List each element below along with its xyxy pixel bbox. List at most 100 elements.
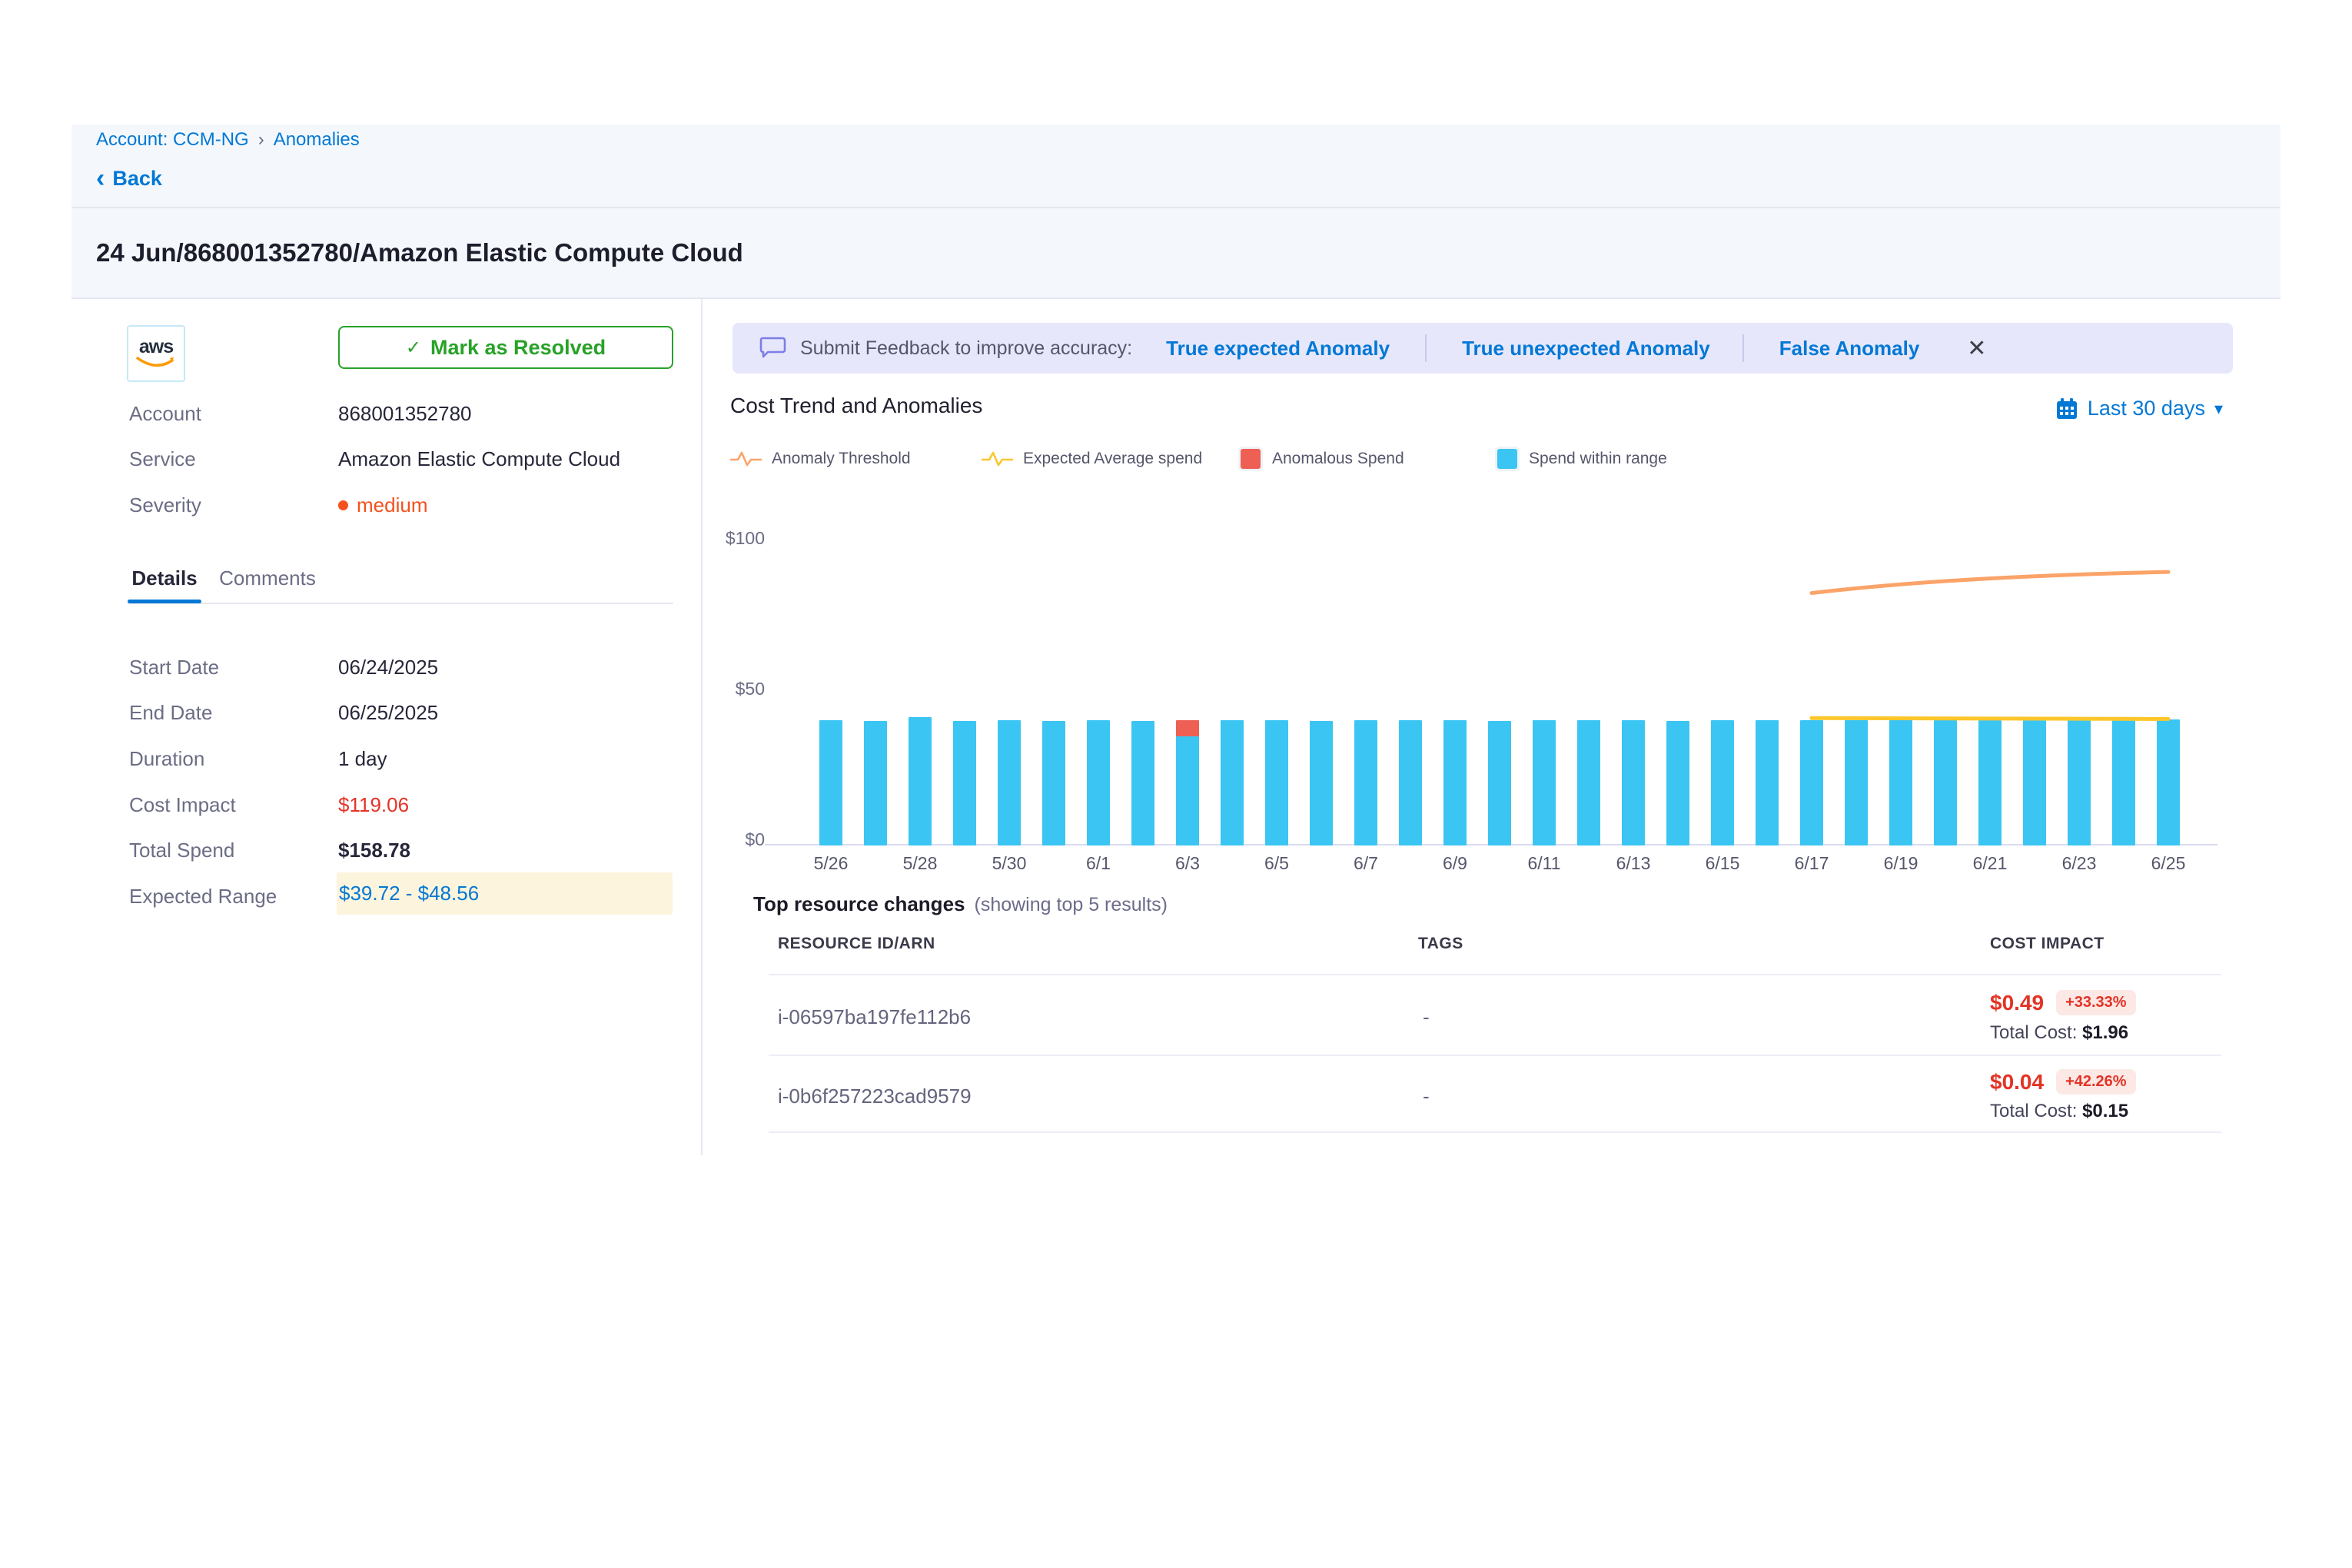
aws-logo-text: aws	[139, 337, 173, 356]
table-row-tags: -	[1423, 1085, 1430, 1108]
y-tick-100: $100	[711, 528, 765, 549]
table-row-resource-id[interactable]: i-06597ba197fe112b6	[778, 1005, 971, 1029]
end-date-label: End Date	[129, 700, 212, 725]
bar-6/9[interactable]	[1443, 720, 1467, 845]
bar-6/11[interactable]	[1533, 720, 1556, 845]
bar-6/20[interactable]	[1934, 720, 1957, 845]
x-tick-6/1: 6/1	[1064, 853, 1133, 874]
bar-6/21[interactable]	[1978, 720, 2002, 845]
table-divider	[769, 1055, 2221, 1056]
breadcrumb-account-link[interactable]: Account: CCM-NG	[96, 129, 249, 151]
anomalous-segment	[1176, 720, 1199, 736]
breadcrumb: Account: CCM-NG › Anomalies	[96, 129, 360, 151]
x-tick-6/15: 6/15	[1688, 853, 1757, 874]
within-range-segment	[819, 720, 842, 845]
bar-6/10[interactable]	[1488, 721, 1511, 845]
column-resource-id: RESOURCE ID/ARN	[778, 935, 935, 953]
bar-6/4[interactable]	[1221, 720, 1244, 845]
page-title: 24 Jun/868001352780/Amazon Elastic Compu…	[96, 238, 743, 267]
bar-6/1[interactable]	[1087, 720, 1110, 845]
feedback-divider	[1742, 334, 1744, 362]
within-range-segment	[2112, 720, 2135, 845]
cost-impact-amount: $0.49	[1990, 991, 2044, 1015]
expected-range-highlight: $39.72 - $48.56	[337, 872, 673, 915]
back-label: Back	[112, 167, 162, 191]
check-icon: ✓	[406, 337, 421, 359]
bar-5/31[interactable]	[1042, 721, 1065, 845]
false-anomaly-button[interactable]: False Anomaly	[1779, 337, 1920, 360]
bar-5/28[interactable]	[909, 717, 932, 845]
within-range-segment	[909, 717, 932, 845]
bar-6/7[interactable]	[1354, 720, 1377, 845]
bar-6/22[interactable]	[2023, 720, 2046, 845]
aws-logo: aws	[127, 325, 185, 382]
bar-6/14[interactable]	[1666, 721, 1689, 845]
bar-6/13[interactable]	[1622, 720, 1645, 845]
x-tick-6/9: 6/9	[1420, 853, 1490, 874]
table-row-cost-impact: $0.04 +42.26%	[1990, 1069, 2136, 1095]
aws-smile-icon	[135, 356, 178, 370]
legend-anomalous-spend: Anomalous Spend	[1238, 448, 1404, 470]
breadcrumb-anomalies-link[interactable]: Anomalies	[274, 129, 360, 151]
bar-6/6[interactable]	[1310, 721, 1333, 845]
bar-6/2[interactable]	[1131, 721, 1154, 845]
bar-6/23[interactable]	[2068, 720, 2091, 845]
close-icon[interactable]: ✕	[1967, 335, 1986, 362]
cost-impact-label: Cost Impact	[129, 792, 236, 817]
tab-details[interactable]: Details	[128, 566, 201, 590]
bar-6/24[interactable]	[2112, 720, 2135, 845]
legend-anomaly-threshold: Anomaly Threshold	[730, 448, 911, 470]
true-expected-anomaly-button[interactable]: True expected Anomaly	[1166, 337, 1390, 360]
resource-table-title: Top resource changes (showing top 5 resu…	[753, 892, 1168, 916]
bar-5/26[interactable]	[819, 720, 842, 845]
x-tick-6/17: 6/17	[1777, 853, 1846, 874]
red-square-icon	[1238, 447, 1263, 471]
x-tick-6/13: 6/13	[1599, 853, 1668, 874]
pulse-line-icon	[982, 450, 1014, 468]
panel-divider	[701, 298, 703, 1155]
tab-comments[interactable]: Comments	[215, 566, 320, 590]
anomaly-detail-page: Account: CCM-NG › Anomalies ‹ Back 24 Ju…	[0, 0, 2352, 1568]
x-tick-6/11: 6/11	[1510, 853, 1579, 874]
table-row-resource-id[interactable]: i-0b6f257223cad9579	[778, 1085, 972, 1108]
table-row-cost-impact: $0.49 +33.33%	[1990, 990, 2136, 1015]
within-range-segment	[1800, 720, 1823, 845]
expected-range-label: Expected Range	[129, 884, 277, 909]
change-percent-badge: +33.33%	[2056, 990, 2136, 1015]
expected-average-line	[1812, 718, 2168, 719]
bar-6/17[interactable]	[1800, 720, 1823, 845]
bar-6/8[interactable]	[1399, 720, 1422, 845]
account-label: Account	[129, 401, 201, 426]
bar-5/29[interactable]	[953, 721, 976, 845]
table-title-text: Top resource changes	[753, 892, 965, 916]
legend-label: Anomaly Threshold	[772, 450, 911, 468]
within-range-segment	[1131, 721, 1154, 845]
y-tick-50: $50	[711, 679, 765, 699]
bar-6/15[interactable]	[1711, 720, 1734, 845]
within-range-segment	[1354, 720, 1377, 845]
bar-6/18[interactable]	[1845, 720, 1868, 845]
end-date-value: 06/25/2025	[338, 700, 438, 725]
bar-6/5[interactable]	[1265, 720, 1288, 845]
bar-5/27[interactable]	[864, 721, 887, 845]
within-range-segment	[998, 720, 1021, 845]
bar-6/25[interactable]	[2157, 719, 2180, 845]
bar-6/12[interactable]	[1577, 720, 1600, 845]
bar-6/16[interactable]	[1756, 720, 1779, 845]
total-spend-value: $158.78	[338, 838, 410, 862]
mark-as-resolved-button[interactable]: ✓ Mark as Resolved	[338, 326, 673, 369]
back-button[interactable]: ‹ Back	[96, 167, 162, 191]
within-range-segment	[2068, 720, 2091, 845]
bar-5/30[interactable]	[998, 720, 1021, 845]
legend-label: Expected Average spend	[1023, 450, 1202, 468]
start-date-label: Start Date	[129, 655, 219, 679]
legend-spend-within-range: Spend within range	[1495, 448, 1667, 470]
true-unexpected-anomaly-button[interactable]: True unexpected Anomaly	[1462, 337, 1710, 360]
column-cost-impact: COST IMPACT	[1990, 935, 2105, 953]
bar-6/19[interactable]	[1889, 720, 1912, 845]
severity-value: medium	[338, 493, 427, 517]
date-range-selector[interactable]: Last 30 days ▾	[2055, 397, 2223, 420]
within-range-segment	[2157, 719, 2180, 845]
bar-6/3[interactable]	[1176, 720, 1199, 845]
pulse-line-icon	[730, 450, 762, 468]
